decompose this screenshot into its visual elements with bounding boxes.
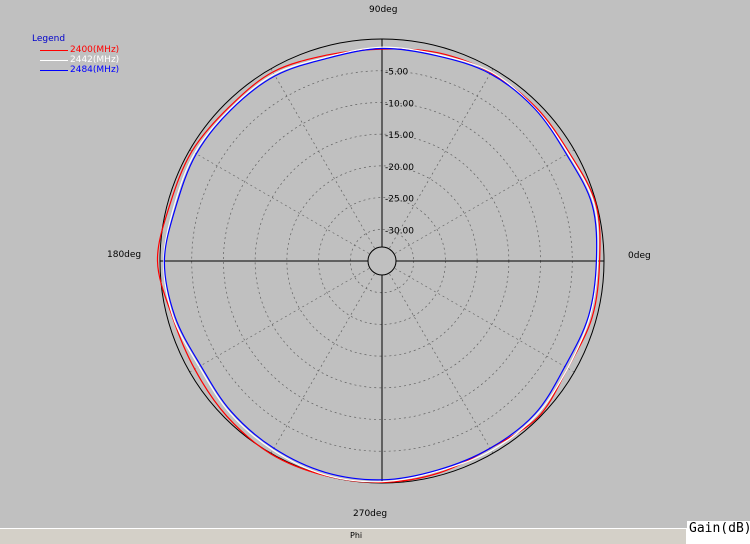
legend-title: Legend bbox=[32, 34, 66, 44]
legend-swatch-2400 bbox=[40, 50, 68, 51]
legend-label-2442: 2442(MHz) bbox=[70, 55, 120, 65]
grid-spoke bbox=[270, 260, 383, 454]
legend-swatch-2484 bbox=[40, 70, 68, 71]
grid-spoke bbox=[270, 68, 383, 262]
grid-spoke bbox=[381, 260, 494, 454]
legend-entry-2442: 2442(MHz) bbox=[32, 55, 119, 65]
grid-spoke bbox=[189, 149, 383, 262]
legend-swatch-2442 bbox=[40, 60, 68, 61]
polar-chart: -5.00 -10.00 -15.00 -20.00 -25.00 -30.00 bbox=[156, 38, 605, 484]
angle-label-90deg: 90deg bbox=[369, 5, 398, 15]
angle-label-180deg: 180deg bbox=[107, 250, 142, 260]
phi-axis-label: Phi bbox=[350, 531, 363, 540]
grid-spoke bbox=[381, 260, 575, 373]
grid-spoke bbox=[189, 260, 383, 373]
legend-label-2400: 2400(MHz) bbox=[70, 45, 120, 55]
radial-tick-label: -25.00 bbox=[385, 195, 414, 205]
angle-label-0deg: 0deg bbox=[628, 251, 651, 261]
radial-tick-label: -30.00 bbox=[385, 226, 414, 236]
radial-tick-label: -15.00 bbox=[385, 131, 414, 141]
radial-tick-label: -10.00 bbox=[385, 99, 414, 109]
center-hole bbox=[367, 246, 397, 276]
radial-tick-label: -20.00 bbox=[385, 163, 414, 173]
plot-area: -5.00 -10.00 -15.00 -20.00 -25.00 -30.00 Lege… bbox=[0, 0, 750, 528]
legend-entry-2400: 2400(MHz) bbox=[32, 45, 119, 55]
angle-label-270deg: 270deg bbox=[353, 509, 388, 519]
legend: Legend 2400(MHz) 2442(MHz) 2484(MHz) bbox=[32, 34, 119, 75]
bottom-bar: Phi bbox=[0, 528, 686, 544]
radial-ticks: -5.00 -10.00 -15.00 -20.00 -25.00 -30.00 bbox=[367, 68, 414, 276]
legend-entry-2484: 2484(MHz) bbox=[32, 65, 119, 75]
radial-tick-label: -5.00 bbox=[385, 68, 409, 78]
gain-units-label: Gain(dB) bbox=[687, 521, 750, 536]
legend-label-2484: 2484(MHz) bbox=[70, 65, 120, 75]
